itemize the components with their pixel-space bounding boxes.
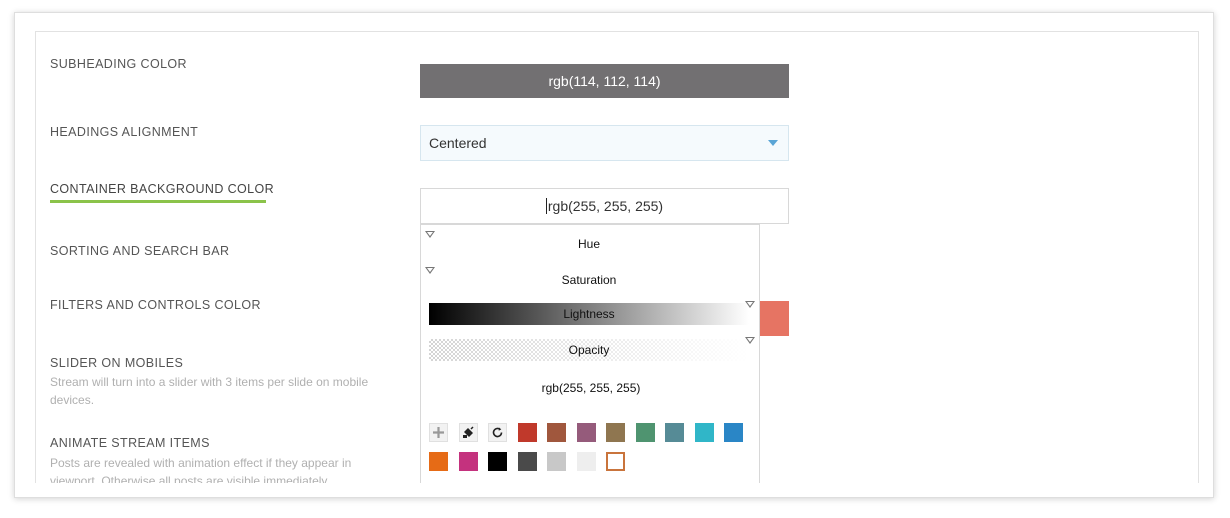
text-cursor xyxy=(545,198,547,214)
sorting-search-bar-label: SORTING AND SEARCH BAR xyxy=(50,244,230,258)
palette-swatch-row1-8[interactable] xyxy=(724,423,743,442)
palette-swatch-row2-3[interactable] xyxy=(488,452,507,471)
lightness-label: Lightness xyxy=(563,307,615,321)
active-tab-underline xyxy=(50,200,266,203)
container-bg-color-input[interactable]: rgb(255, 255, 255) xyxy=(420,188,789,224)
palette-swatch-row1-3[interactable] xyxy=(576,423,596,442)
saturation-thumb[interactable] xyxy=(425,267,435,274)
palette-swatch-row2-6[interactable] xyxy=(576,452,596,471)
opacity-slider[interactable]: Opacity xyxy=(429,337,755,361)
palette-swatch-row2-5[interactable] xyxy=(547,452,566,471)
subheading-color-label: SUBHEADING COLOR xyxy=(50,57,187,71)
palette-swatch-row2-2[interactable] xyxy=(458,452,478,471)
hue-thumb[interactable] xyxy=(425,231,435,238)
lightness-thumb[interactable] xyxy=(745,301,755,308)
palette-swatch-row1-5[interactable] xyxy=(635,423,655,442)
palette-swatch-row1-1[interactable] xyxy=(517,423,537,442)
color-palette xyxy=(429,423,743,471)
opacity-label: Opacity xyxy=(568,343,610,357)
palette-swatch-row2-7[interactable] xyxy=(606,452,625,471)
headings-alignment-select[interactable]: Centered xyxy=(420,125,789,161)
container-bg-color-value: rgb(255, 255, 255) xyxy=(547,198,664,214)
slider-on-mobiles-description: Stream will turn into a slider with 3 it… xyxy=(50,375,369,407)
container-bg-color-label[interactable]: CONTAINER BACKGROUND COLOR xyxy=(50,182,274,196)
chevron-down-icon xyxy=(768,140,778,146)
filters-controls-color-label: FILTERS AND CONTROLS COLOR xyxy=(50,298,261,312)
animate-stream-items-description: Posts are revealed with animation effect… xyxy=(50,456,352,483)
lightness-slider[interactable]: Lightness xyxy=(429,301,755,325)
color-picker-popup: Hue Saturation Lightness Opacity rgb(255… xyxy=(420,224,760,483)
palette-swatch-row1-2[interactable] xyxy=(547,423,566,442)
headings-alignment-value: Centered xyxy=(429,135,487,151)
hue-slider[interactable]: Hue xyxy=(425,231,749,255)
headings-alignment-label: HEADINGS ALIGNMENT xyxy=(50,125,199,139)
settings-card: SUBHEADING COLOR rgb(114, 112, 114) HEAD… xyxy=(14,12,1214,498)
plus-icon[interactable] xyxy=(429,423,448,442)
palette-swatch-row2-4[interactable] xyxy=(517,452,537,471)
palette-swatch-row2-1[interactable] xyxy=(429,452,448,471)
palette-swatch-row1-6[interactable] xyxy=(665,423,684,442)
settings-panel: SUBHEADING COLOR rgb(114, 112, 114) HEAD… xyxy=(35,31,1199,483)
saturation-slider[interactable]: Saturation xyxy=(425,267,749,291)
opacity-thumb[interactable] xyxy=(745,337,755,344)
picker-color-value: rgb(255, 255, 255) xyxy=(541,381,641,395)
subheading-color-field[interactable]: rgb(114, 112, 114) xyxy=(420,64,789,98)
paint-bucket-icon[interactable] xyxy=(458,423,478,442)
saturation-label: Saturation xyxy=(561,273,617,287)
hue-label: Hue xyxy=(577,237,600,251)
palette-swatch-row1-7[interactable] xyxy=(694,423,714,442)
slider-on-mobiles-label: SLIDER ON MOBILES xyxy=(50,356,184,370)
filters-color-preview[interactable] xyxy=(760,301,789,336)
animate-stream-items-label: ANIMATE STREAM ITEMS xyxy=(50,436,210,450)
reset-icon[interactable] xyxy=(488,423,507,442)
palette-swatch-row1-4[interactable] xyxy=(606,423,625,442)
